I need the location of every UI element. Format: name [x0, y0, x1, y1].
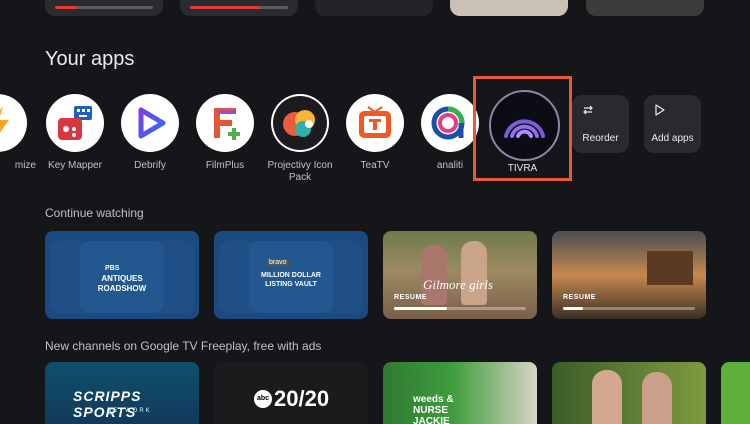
add-apps-label: Add apps: [651, 133, 694, 144]
resume-label: RESUME: [394, 294, 427, 301]
network-logo: abc: [254, 390, 272, 408]
top-card[interactable]: [586, 0, 704, 16]
top-card[interactable]: [180, 0, 298, 16]
analiti-icon: [421, 94, 479, 152]
continue-card-million-dollar-listing[interactable]: bravo MILLION DOLLAR LISTING VAULT: [214, 231, 368, 319]
channel-card-2020[interactable]: abc 20/20: [214, 362, 368, 424]
channel-card-weeds-nurse-jackie[interactable]: weeds & NURSE JACKIE: [383, 362, 537, 424]
channel-title: 20/20: [274, 386, 330, 411]
show-title: Gilmore girls: [423, 277, 493, 292]
add-apps-button[interactable]: Add apps: [644, 95, 701, 153]
reorder-label: Reorder: [582, 133, 619, 144]
watch-progress: [394, 307, 447, 310]
continue-card-gilmore-girls[interactable]: Gilmore girls RESUME: [383, 231, 537, 319]
channel-card-partial[interactable]: [721, 362, 750, 424]
continue-card-lake-cabin[interactable]: RESUME: [552, 231, 706, 319]
person-figure: [461, 241, 487, 305]
app-label: mize: [14, 160, 36, 171]
new-channels-title: New channels on Google TV Freeplay, free…: [45, 339, 322, 353]
show-title: ANTIQUES ROADSHOW: [97, 274, 147, 293]
cabin-image: [647, 251, 693, 285]
continue-card-antiques-roadshow[interactable]: PBS ANTIQUES ROADSHOW: [45, 231, 199, 319]
app-label: Projectivy Icon Pack: [267, 160, 333, 183]
channel-card-hosts[interactable]: [552, 362, 706, 424]
app-projectivy[interactable]: Projectivy Icon Pack: [262, 94, 338, 184]
channel-card-scripps-sports[interactable]: SCRIPPS SPORTS NETWORK: [45, 362, 199, 424]
app-filmplus[interactable]: FilmPlus: [187, 94, 263, 172]
top-card[interactable]: [450, 0, 568, 16]
top-row: [0, 0, 750, 16]
channel-title: SCRIPPS SPORTS: [73, 388, 142, 420]
host-figure: [642, 372, 672, 424]
app-key-mapper[interactable]: Key Mapper: [37, 94, 113, 172]
app-teatv[interactable]: TeaTV: [337, 94, 413, 172]
app-label: Debrify: [134, 160, 166, 171]
network-logo: PBS: [105, 265, 120, 272]
top-card-progress: [190, 6, 260, 9]
play-store-icon: [655, 104, 665, 116]
app-label: TeaTV: [360, 160, 390, 171]
customize-icon: [0, 94, 27, 152]
network-logo: bravo: [267, 259, 289, 266]
app-debrify[interactable]: Debrify: [112, 94, 188, 172]
reorder-button[interactable]: Reorder: [572, 95, 629, 153]
channel-title: weeds & NURSE JACKIE: [413, 394, 454, 424]
continue-watching-title: Continue watching: [45, 206, 144, 220]
app-customize[interactable]: mize: [0, 94, 36, 172]
app-label-tivra: TIVRA: [507, 163, 538, 174]
key-mapper-icon: [46, 94, 104, 152]
watch-progress: [563, 307, 583, 310]
reorder-icon: [583, 105, 593, 115]
app-label: Key Mapper: [48, 160, 102, 171]
top-card[interactable]: [45, 0, 163, 16]
show-title: MILLION DOLLAR LISTING VAULT: [261, 272, 321, 288]
channel-subtitle: NETWORK: [107, 408, 152, 414]
teatv-icon: [346, 94, 404, 152]
debrify-icon: [121, 94, 179, 152]
tivra-icon[interactable]: [489, 90, 560, 161]
projectivy-icon: [271, 94, 329, 152]
app-label: FilmPlus: [205, 160, 245, 171]
top-card-progress: [55, 6, 77, 9]
your-apps-title: Your apps: [45, 48, 135, 70]
filmplus-icon: [196, 94, 254, 152]
top-card[interactable]: [315, 0, 433, 16]
resume-label: RESUME: [563, 294, 596, 301]
host-figure: [592, 370, 622, 424]
